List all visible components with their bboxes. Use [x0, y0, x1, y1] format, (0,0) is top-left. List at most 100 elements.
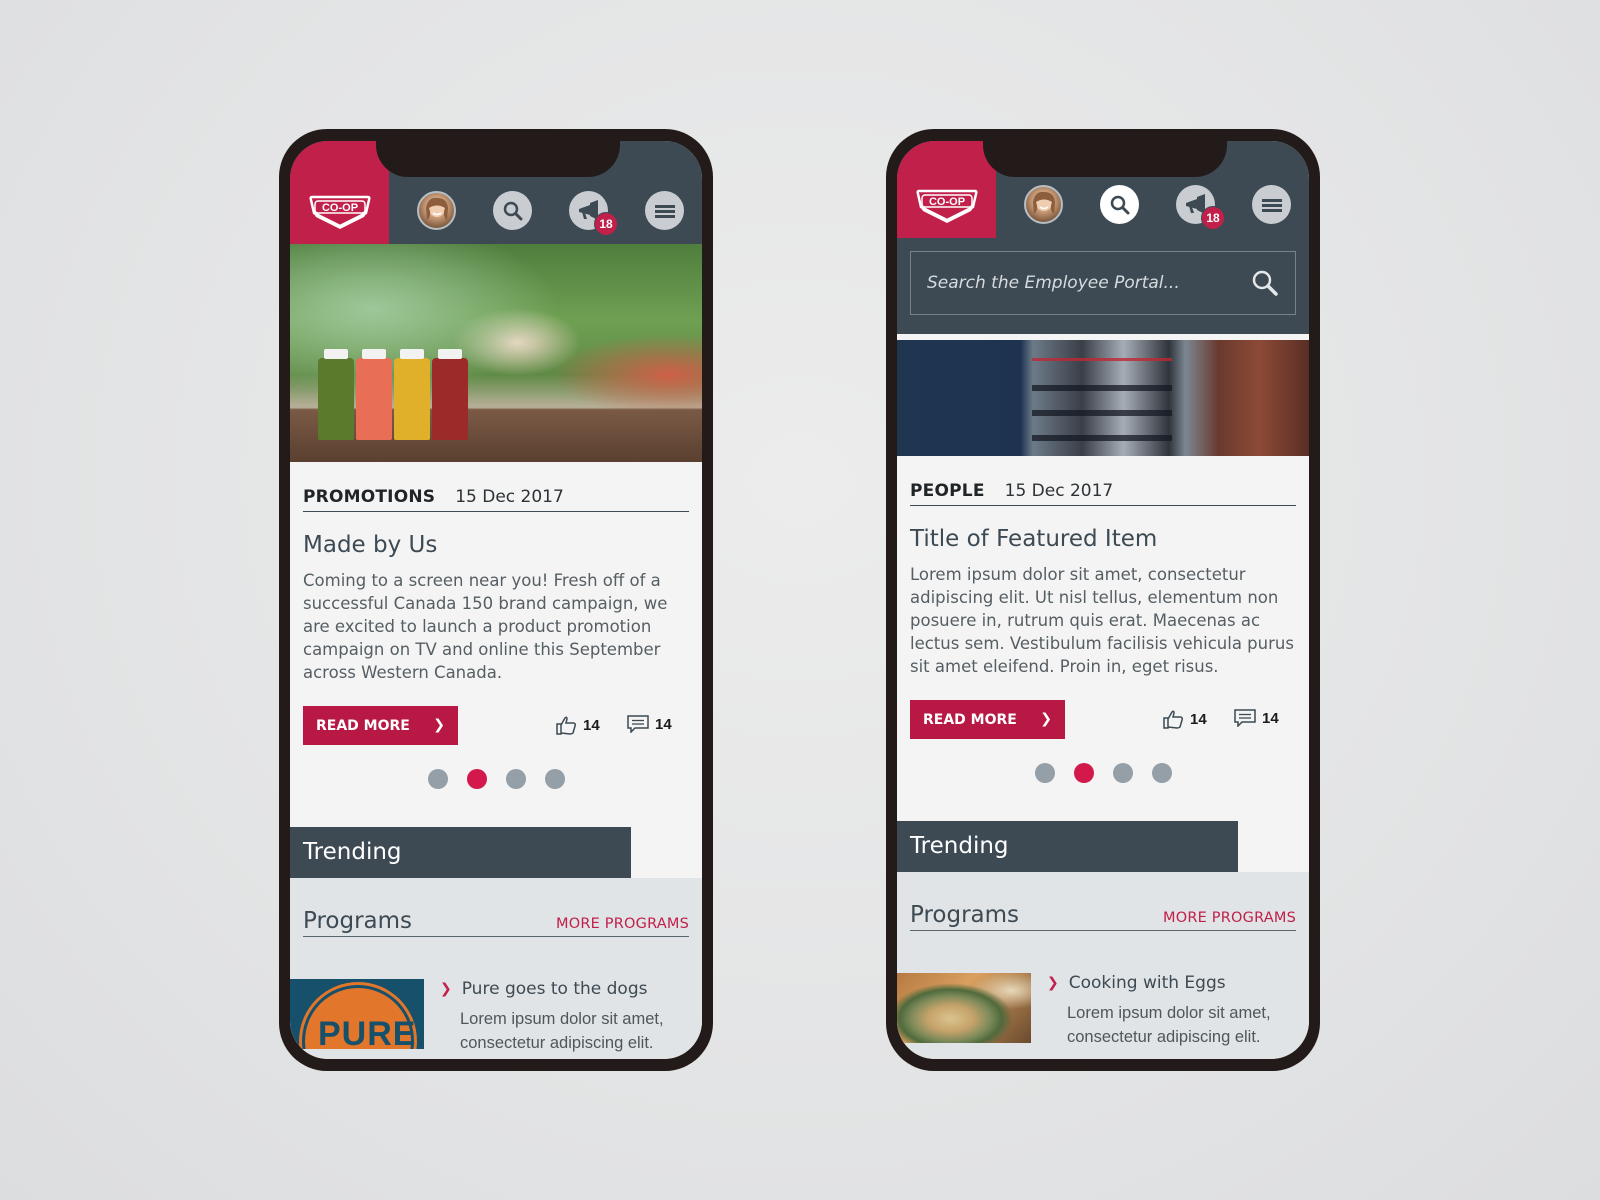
- carousel-dot-active[interactable]: [466, 769, 487, 789]
- trending-heading: Trending: [897, 821, 1238, 872]
- phone-notch: [376, 141, 620, 177]
- like-count: 14: [1190, 710, 1207, 728]
- comment-icon: [1234, 709, 1256, 727]
- program-title[interactable]: Cooking with Eggs: [1069, 973, 1226, 993]
- program-title-row: ❯ Pure goes to the dogs: [440, 979, 680, 999]
- thumbs-up-icon: [1163, 710, 1184, 729]
- featured-title[interactable]: Title of Featured Item: [910, 526, 1296, 552]
- chevron-right-icon: ❯: [1047, 975, 1059, 991]
- read-more-button[interactable]: READ MORE ❯: [303, 706, 458, 745]
- bottle-green: [318, 349, 354, 440]
- featured-hero-image[interactable]: [290, 244, 702, 462]
- bottle-red: [432, 349, 468, 440]
- more-programs-link[interactable]: MORE PROGRAMS: [1163, 910, 1296, 926]
- read-more-label: READ MORE: [923, 711, 1017, 728]
- search-icon: [1110, 195, 1129, 214]
- carousel-pagination: [290, 769, 702, 789]
- search-input[interactable]: [927, 273, 1251, 293]
- notification-badge: 18: [594, 212, 618, 236]
- search-panel: [897, 238, 1309, 334]
- featured-excerpt: Coming to a screen near you! Fresh off o…: [303, 571, 668, 682]
- user-avatar-button[interactable]: [417, 191, 456, 230]
- carousel-dot-active[interactable]: [1073, 763, 1094, 783]
- coop-logo-icon: CO-OP: [916, 189, 978, 223]
- hamburger-menu-icon: [1261, 198, 1282, 212]
- featured-meta: PROMOTIONS 15 Dec 2017: [303, 487, 689, 512]
- sweater-stripe: [1032, 435, 1172, 441]
- carousel-dot[interactable]: [427, 769, 448, 789]
- programs-title: Programs: [910, 902, 1020, 928]
- thumbs-up-icon: [556, 716, 577, 735]
- program-thumbnail: [897, 973, 1031, 1043]
- featured-meta: PEOPLE 15 Dec 2017: [910, 481, 1296, 506]
- search-button[interactable]: [493, 191, 532, 230]
- chevron-right-icon: ❯: [440, 981, 452, 997]
- menu-button[interactable]: [645, 191, 684, 230]
- comment-count: 14: [655, 715, 672, 733]
- comment-count: 14: [1262, 709, 1279, 727]
- announcements-button[interactable]: 18: [569, 191, 618, 236]
- comment-icon: [627, 715, 649, 733]
- program-title[interactable]: Pure goes to the dogs: [462, 979, 648, 999]
- logo-text: CO-OP: [929, 196, 965, 208]
- like-button[interactable]: 14: [1162, 709, 1207, 729]
- read-more-button[interactable]: READ MORE ❯: [910, 700, 1065, 739]
- comment-button[interactable]: 14: [627, 715, 672, 733]
- bottle-yellow: [394, 349, 430, 440]
- sweater-stripe: [1032, 385, 1172, 391]
- featured-actions: READ MORE ❯ 14 14: [303, 706, 689, 745]
- menu-button[interactable]: [1252, 185, 1291, 224]
- header-icons: 18: [996, 185, 1309, 230]
- featured-card: PEOPLE 15 Dec 2017 Title of Featured Ite…: [910, 481, 1296, 739]
- chevron-right-icon: ❯: [1040, 711, 1052, 727]
- program-thumbnail: PURE: [290, 979, 424, 1049]
- category-label[interactable]: PEOPLE: [910, 481, 985, 501]
- post-date: 15 Dec 2017: [1004, 481, 1114, 501]
- program-description: Lorem ipsum dolor sit amet, consectetur …: [1067, 1004, 1271, 1046]
- program-text: ❯ Cooking with Eggs Lorem ipsum dolor si…: [1047, 973, 1287, 1049]
- notification-badge: 18: [1201, 206, 1225, 230]
- more-programs-link[interactable]: MORE PROGRAMS: [556, 916, 689, 932]
- carousel-dot[interactable]: [1151, 763, 1172, 783]
- carousel-dot[interactable]: [544, 769, 565, 789]
- coop-logo-icon: CO-OP: [309, 195, 371, 229]
- search-button-active[interactable]: [1100, 185, 1139, 224]
- phone-notch: [983, 141, 1227, 177]
- search-icon: [503, 201, 522, 220]
- category-label[interactable]: PROMOTIONS: [303, 487, 435, 507]
- trending-heading: Trending: [290, 827, 631, 878]
- program-description: Lorem ipsum dolor sit amet, consectetur …: [460, 1010, 664, 1052]
- header-icons: 18: [389, 191, 702, 236]
- featured-excerpt: Lorem ipsum dolor sit amet, consectetur …: [910, 565, 1294, 676]
- carousel-dot[interactable]: [1112, 763, 1133, 783]
- sweater-stripe: [1032, 410, 1172, 416]
- phone-screen: CO-OP: [290, 141, 702, 1059]
- carousel-dot[interactable]: [1034, 763, 1055, 783]
- carousel-dot[interactable]: [505, 769, 526, 789]
- programs-section: Programs MORE PROGRAMS PURE ❯ Pure goes …: [290, 878, 702, 1059]
- chevron-right-icon: ❯: [433, 717, 445, 733]
- user-avatar-button[interactable]: [1024, 185, 1063, 224]
- bottle-orange: [356, 349, 392, 440]
- pure-logo-text: PURE: [318, 1015, 417, 1049]
- programs-header: Programs MORE PROGRAMS: [910, 902, 1296, 931]
- phone-mockup-left: CO-OP 18 PROMOTIONS 15 Dec 2017 Made by …: [279, 129, 713, 1071]
- announcements-button[interactable]: 18: [1176, 185, 1225, 230]
- program-title-row: ❯ Cooking with Eggs: [1047, 973, 1287, 993]
- featured-hero-image[interactable]: [897, 340, 1309, 456]
- sweater-stripe: [1032, 358, 1172, 361]
- featured-title[interactable]: Made by Us: [303, 532, 689, 558]
- like-button[interactable]: 14: [555, 715, 600, 735]
- avatar-icon: [1032, 191, 1055, 214]
- comment-button[interactable]: 14: [1234, 709, 1279, 727]
- post-date: 15 Dec 2017: [455, 487, 564, 507]
- phone-mockup-right: CO-OP 18 Search the Employee Portal... P…: [886, 129, 1320, 1071]
- featured-card: PROMOTIONS 15 Dec 2017 Made by Us Coming…: [303, 487, 689, 745]
- programs-title: Programs: [303, 908, 413, 934]
- programs-header: Programs MORE PROGRAMS: [303, 908, 689, 937]
- logo-home-link[interactable]: CO-OP: [290, 141, 389, 244]
- like-count: 14: [583, 716, 600, 734]
- hamburger-menu-icon: [654, 204, 675, 218]
- logo-home-link[interactable]: CO-OP: [897, 141, 996, 238]
- search-submit-icon[interactable]: [1251, 269, 1279, 297]
